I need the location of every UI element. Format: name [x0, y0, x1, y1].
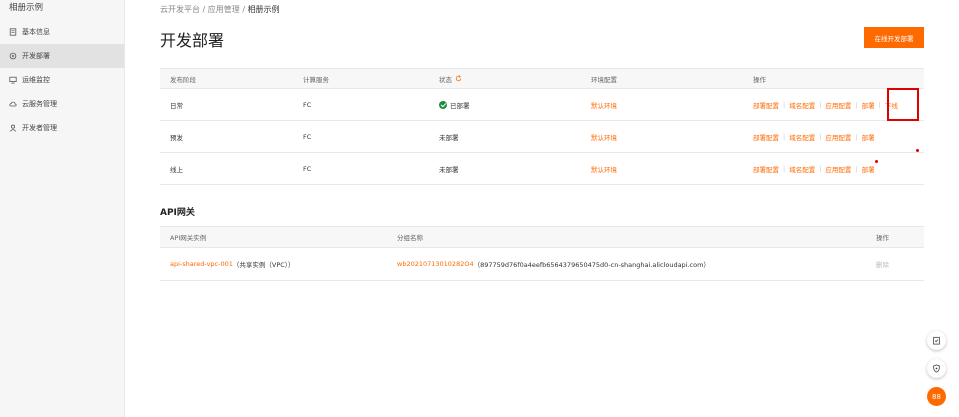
- table-row: 预发 FC 未部署 默认环境 部署配置 | 域名配置 | 应用配置 | 部署: [160, 121, 924, 153]
- clipboard-icon: [932, 336, 941, 345]
- marker-dot: [916, 149, 919, 152]
- table-row: api-shared-vpc-001 （共享实例（VPC）） wb2021071…: [160, 248, 924, 281]
- domain-config-link[interactable]: 域名配置: [789, 164, 815, 174]
- column-header: 发布阶段: [170, 75, 196, 84]
- status-text: 已部署: [450, 101, 470, 110]
- stage-cell: 日常: [170, 101, 183, 110]
- compute-cell: FC: [303, 100, 312, 109]
- breadcrumb-current: 相册示例: [247, 5, 280, 14]
- group-link[interactable]: wb20210713010282O4: [397, 260, 474, 268]
- env-link[interactable]: 默认环境: [591, 89, 617, 120]
- page-title: 开发部署: [160, 31, 225, 50]
- highlight-box: [887, 88, 919, 121]
- breadcrumb: 云开发平台 / 应用管理 / 相册示例: [160, 4, 280, 15]
- column-header: API网关实例: [170, 234, 207, 242]
- column-header: 计算服务: [303, 75, 329, 84]
- app-name: 相册示例: [9, 3, 44, 13]
- group-cell: wb20210713010282O4 （897759d76f0a4eefb656…: [397, 248, 710, 280]
- status-text: 未部署: [439, 133, 459, 142]
- env-link[interactable]: 默认环境: [591, 153, 617, 184]
- security-button[interactable]: [927, 359, 946, 378]
- table-row: 线上 FC 未部署 默认环境 部署配置 | 域名配置 | 应用配置 | 部署: [160, 153, 924, 185]
- delete-link[interactable]: 删除: [876, 248, 889, 280]
- status-text: 未部署: [439, 165, 459, 174]
- sidebar-item-label: 运维监控: [22, 76, 50, 84]
- domain-config-link[interactable]: 域名配置: [789, 100, 815, 110]
- deploy-config-link[interactable]: 部署配置: [753, 132, 779, 142]
- api-gateway-title: API网关: [160, 208, 195, 218]
- column-header-label: 状态: [439, 75, 452, 84]
- domain-config-link[interactable]: 域名配置: [789, 132, 815, 142]
- deploy-config-link[interactable]: 部署配置: [753, 164, 779, 174]
- deploy-gear-icon: [9, 52, 17, 60]
- actions-cell: 部署配置 | 域名配置 | 应用配置 | 部署 | 下线: [753, 89, 898, 120]
- online-deploy-button[interactable]: 在线开发部署: [864, 27, 924, 48]
- sidebar-item-basic-info[interactable]: 基本信息: [0, 20, 124, 44]
- divider: |: [783, 100, 786, 109]
- app-config-link[interactable]: 应用配置: [825, 100, 851, 110]
- sidebar-item-label: 开发者管理: [22, 124, 57, 132]
- stage-cell: 线上: [170, 165, 183, 174]
- divider: |: [783, 164, 786, 173]
- compute-cell: FC: [303, 164, 312, 173]
- check-circle-icon: [439, 100, 447, 109]
- instance-cell: api-shared-vpc-001 （共享实例（VPC））: [170, 248, 295, 280]
- info-doc-icon: [9, 28, 17, 36]
- sidebar-item-monitor[interactable]: 运维监控: [0, 68, 124, 92]
- assistant-badge-button[interactable]: 88: [927, 387, 946, 406]
- sidebar: 相册示例 基本信息 开发部署 运维监控 云服务管理 开发者管理: [0, 0, 125, 417]
- breadcrumb-separator: /: [200, 5, 208, 14]
- shield-icon: [932, 364, 941, 373]
- app-config-link[interactable]: 应用配置: [825, 164, 851, 174]
- stage-cell: 预发: [170, 133, 183, 142]
- deploy-config-link[interactable]: 部署配置: [753, 100, 779, 110]
- table-row: 日常 FC 已部署 默认环境 部署配置 | 域名配置 | 应用配置 | 部署 | 下线: [160, 89, 924, 121]
- divider: |: [855, 132, 858, 141]
- breadcrumb-platform[interactable]: 云开发平台: [160, 5, 200, 14]
- divider: |: [819, 132, 822, 141]
- user-icon: [9, 124, 17, 132]
- actions-cell: 部署配置 | 域名配置 | 应用配置 | 部署: [753, 153, 875, 184]
- deploy-link[interactable]: 部署: [862, 132, 875, 142]
- divider: |: [878, 100, 881, 109]
- column-header: 操作: [876, 234, 889, 242]
- sidebar-item-label: 云服务管理: [22, 100, 57, 108]
- sidebar-item-label: 基本信息: [22, 28, 50, 36]
- divider: |: [855, 164, 858, 173]
- sidebar-item-deploy[interactable]: 开发部署: [0, 44, 124, 68]
- column-header: 环境配置: [591, 75, 617, 84]
- column-header: 操作: [753, 75, 766, 84]
- env-link[interactable]: 默认环境: [591, 121, 617, 152]
- monitor-icon: [9, 76, 17, 84]
- sidebar-item-cloud-service[interactable]: 云服务管理: [0, 92, 124, 116]
- sidebar-item-developer[interactable]: 开发者管理: [0, 116, 124, 140]
- actions-cell: 部署配置 | 域名配置 | 应用配置 | 部署: [753, 121, 875, 152]
- refresh-icon[interactable]: [455, 75, 462, 82]
- instance-suffix: （共享实例（VPC））: [232, 261, 295, 269]
- app-config-link[interactable]: 应用配置: [825, 132, 851, 142]
- table-header-row: 发布阶段 计算服务 状态 环境配置 操作: [160, 68, 924, 89]
- column-header: 分组名称: [397, 234, 423, 242]
- deploy-link[interactable]: 部署: [862, 164, 875, 174]
- table-header-row: API网关实例 分组名称 操作: [160, 226, 924, 248]
- marker-dot: [875, 160, 878, 163]
- clipboard-button[interactable]: [927, 331, 946, 350]
- cloud-service-icon: [9, 100, 17, 108]
- instance-link[interactable]: api-shared-vpc-001: [170, 260, 233, 268]
- column-header-status: 状态: [439, 69, 462, 88]
- breadcrumb-separator: /: [239, 5, 248, 14]
- divider: |: [819, 164, 822, 173]
- breadcrumb-app-management[interactable]: 应用管理: [208, 5, 240, 14]
- compute-cell: FC: [303, 132, 312, 141]
- sidebar-item-label: 开发部署: [22, 52, 50, 60]
- group-suffix: （897759d76f0a4eefb6564379650475d0-cn-sha…: [473, 261, 710, 269]
- divider: |: [819, 100, 822, 109]
- status-cell: 已部署: [439, 89, 470, 120]
- divider: |: [783, 132, 786, 141]
- deploy-link[interactable]: 部署: [862, 100, 875, 110]
- divider: |: [855, 100, 858, 109]
